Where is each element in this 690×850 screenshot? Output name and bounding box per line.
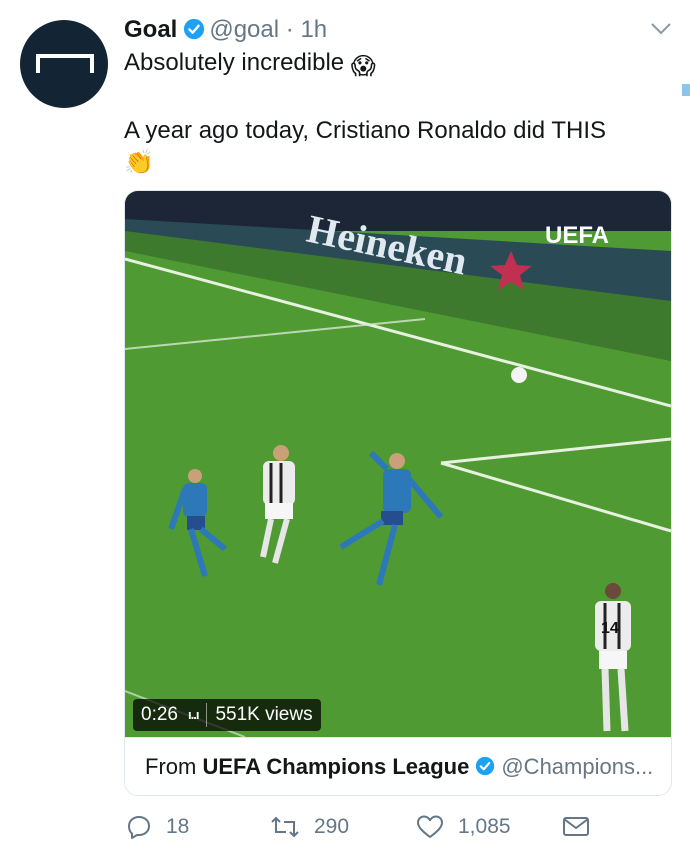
- tweet-text-1: Absolutely incredible: [124, 49, 345, 76]
- tweet-header: Goal @goal · 1h: [124, 16, 327, 44]
- goal-logo-icon: [36, 54, 94, 73]
- player-number: 14: [601, 620, 619, 637]
- scroll-indicator: [682, 84, 690, 96]
- author-name[interactable]: Goal: [124, 16, 177, 43]
- source-handle[interactable]: @Champions...: [501, 754, 653, 779]
- source-name[interactable]: UEFA Champions League: [202, 754, 469, 779]
- envelope-icon: [563, 817, 589, 836]
- audio-bars-icon: ı..ı: [187, 707, 199, 722]
- retweet-button[interactable]: 290: [270, 814, 349, 840]
- chevron-down-icon[interactable]: [650, 22, 672, 36]
- avatar[interactable]: [20, 20, 108, 108]
- uefa-logo-text: UEFA: [545, 222, 609, 249]
- badge-divider: [206, 703, 208, 727]
- media-card[interactable]: Heineken UEFA 14 0:26 ı..ı 551K views Fr…: [124, 190, 672, 796]
- retweet-count: 290: [314, 815, 350, 838]
- tweet-line-1: Absolutely incredible 😱: [124, 48, 376, 82]
- video-frame: Heineken UEFA 14: [125, 191, 671, 737]
- media-source-attribution[interactable]: From UEFA Champions League @Champions...: [125, 737, 671, 795]
- source-prefix: From: [145, 754, 197, 779]
- video-player[interactable]: Heineken UEFA 14 0:26 ı..ı 551K views: [125, 191, 671, 737]
- screaming-face-emoji: 😱: [350, 53, 376, 80]
- reply-count: 18: [166, 815, 190, 838]
- dm-button[interactable]: [562, 814, 604, 838]
- separator-dot: ·: [285, 16, 294, 43]
- reply-icon: [128, 816, 150, 839]
- tweet-actions: 18 290 1,085: [124, 814, 684, 846]
- clapping-hands-emoji: 👏: [124, 149, 154, 176]
- retweet-icon: [271, 816, 299, 838]
- reply-button[interactable]: 18: [126, 814, 189, 840]
- tweet-line-2: A year ago today, Cristiano Ronaldo did …: [124, 117, 607, 144]
- heart-icon: [417, 815, 443, 838]
- tweet-time[interactable]: 1h: [300, 16, 327, 43]
- video-duration: 0:26: [141, 704, 178, 725]
- verified-badge-icon: [476, 756, 495, 776]
- verified-badge-icon: [184, 18, 205, 40]
- like-count: 1,085: [458, 815, 511, 838]
- view-count: 551K views: [215, 704, 313, 725]
- ball: [511, 367, 527, 383]
- like-button[interactable]: 1,085: [416, 814, 511, 840]
- author-handle[interactable]: @goal: [209, 16, 279, 43]
- video-stats-badge: 0:26 ı..ı 551K views: [133, 699, 321, 731]
